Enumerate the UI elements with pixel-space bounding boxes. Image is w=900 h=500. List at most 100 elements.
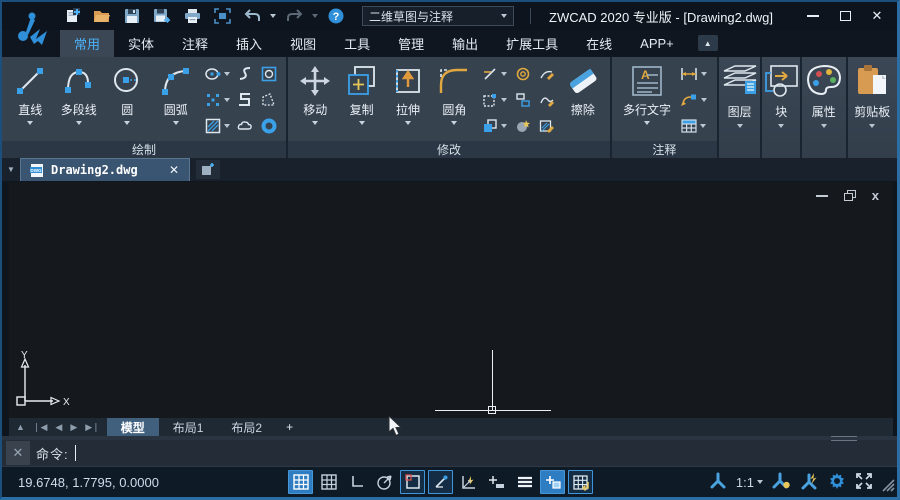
explode-button[interactable] xyxy=(512,113,534,139)
move-button[interactable]: 移动 xyxy=(292,59,338,141)
lineweight-toggle-icon[interactable] xyxy=(484,470,509,494)
panel-layers-button[interactable]: 图层 xyxy=(719,57,761,158)
document-tab-active[interactable]: DWG Drawing2.dwg ✕ xyxy=(20,158,190,181)
trim-button[interactable] xyxy=(480,61,510,87)
layout-list-icon[interactable]: ▲ xyxy=(13,422,28,432)
tab-express[interactable]: 扩展工具 xyxy=(492,30,572,57)
modify-panel-label[interactable]: 修改 xyxy=(288,141,610,158)
tab-tools[interactable]: 工具 xyxy=(330,30,384,57)
mtext-button[interactable]: A 多行文字 xyxy=(616,59,678,141)
arc-dropdown-icon[interactable] xyxy=(173,121,179,125)
layout-tab-model[interactable]: 模型 xyxy=(107,418,159,436)
dimension-button[interactable] xyxy=(678,67,708,81)
circle-button[interactable]: 圆 xyxy=(103,59,152,141)
donut-button[interactable] xyxy=(258,113,280,139)
copy-button[interactable]: 复制 xyxy=(338,59,384,141)
minimize-button[interactable] xyxy=(799,6,827,26)
polyline-button[interactable]: 多段线 xyxy=(55,59,104,141)
annotate-panel-label[interactable]: 注释 xyxy=(612,141,717,158)
tab-annotate[interactable]: 注释 xyxy=(168,30,222,57)
hatch-button[interactable] xyxy=(202,113,232,139)
array-dropdown-icon[interactable] xyxy=(501,124,507,128)
layout-tab-layout1[interactable]: 布局1 xyxy=(159,418,218,436)
help-icon[interactable]: ? xyxy=(324,5,348,27)
save-as-icon[interactable] xyxy=(150,5,174,27)
erase-button[interactable]: 擦除 xyxy=(560,59,606,141)
layout-prev-icon[interactable]: ◀ xyxy=(52,422,65,433)
layout-next-icon[interactable]: ▶ xyxy=(67,422,80,433)
tab-view[interactable]: 视图 xyxy=(276,30,330,57)
viewport-sync-toggle-icon[interactable] xyxy=(568,470,593,494)
leader-button[interactable] xyxy=(678,93,708,107)
save-icon[interactable] xyxy=(120,5,144,27)
point-button[interactable] xyxy=(202,87,232,113)
trim-dropdown-icon[interactable] xyxy=(501,72,507,76)
layout-tab-add-icon[interactable]: + xyxy=(276,418,303,436)
annotation-scale-icon[interactable] xyxy=(709,472,727,493)
polar-tracking-toggle-icon[interactable] xyxy=(372,470,397,494)
tab-app-plus[interactable]: APP+ xyxy=(626,30,688,57)
new-file-icon[interactable] xyxy=(60,5,84,27)
move-dropdown-icon[interactable] xyxy=(312,121,318,125)
close-button[interactable]: ✕ xyxy=(863,6,891,26)
maximize-button[interactable] xyxy=(831,6,859,26)
command-close-icon[interactable]: ✕ xyxy=(6,441,30,465)
tab-insert[interactable]: 插入 xyxy=(222,30,276,57)
polyline-3d-button[interactable] xyxy=(234,87,256,113)
workspace-selector[interactable]: 二维草图与注释 xyxy=(362,6,514,26)
new-document-tab-icon[interactable] xyxy=(196,160,220,179)
command-splitter-handle[interactable] xyxy=(831,436,857,441)
ellipse-button[interactable] xyxy=(202,61,232,87)
array-button[interactable] xyxy=(480,113,510,139)
mtext-dropdown-icon[interactable] xyxy=(644,121,650,125)
table-button[interactable] xyxy=(678,119,708,133)
panel-block-button[interactable]: 块 xyxy=(762,57,800,158)
object-snap-toggle-icon[interactable] xyxy=(400,470,425,494)
open-file-icon[interactable] xyxy=(90,5,114,27)
panel-properties-button[interactable]: 属性 xyxy=(802,57,846,158)
fullscreen-icon[interactable] xyxy=(855,472,873,493)
edit-polyline-button[interactable] xyxy=(536,61,558,87)
line-button[interactable]: 直线 xyxy=(6,59,55,141)
edit-spline-button[interactable] xyxy=(536,87,558,113)
stretch-dropdown-icon[interactable] xyxy=(405,121,411,125)
tab-manage[interactable]: 管理 xyxy=(384,30,438,57)
tab-online[interactable]: 在线 xyxy=(572,30,626,57)
layout-last-icon[interactable]: ▶❘ xyxy=(82,422,102,433)
drawing-canvas[interactable]: x Y X xyxy=(9,182,893,418)
doc-tab-flyout-icon[interactable]: ▼ xyxy=(2,158,20,181)
doc-restore-icon[interactable] xyxy=(844,190,856,201)
scale-dropdown-icon[interactable] xyxy=(501,98,507,102)
dimension-dropdown-icon[interactable] xyxy=(701,72,707,76)
dynamic-input-toggle-icon[interactable] xyxy=(540,470,565,494)
copy-dropdown-icon[interactable] xyxy=(359,121,365,125)
doc-minimize-icon[interactable] xyxy=(816,195,828,197)
ribbon-collapse-icon[interactable]: ▲ xyxy=(698,35,718,51)
wipeout-button[interactable] xyxy=(258,87,280,113)
revision-cloud-button[interactable] xyxy=(234,113,256,139)
circle-dropdown-icon[interactable] xyxy=(124,121,130,125)
polyline-dropdown-icon[interactable] xyxy=(76,121,82,125)
fillet-dropdown-icon[interactable] xyxy=(451,121,457,125)
layout-tab-layout2[interactable]: 布局2 xyxy=(217,418,276,436)
layout-first-icon[interactable]: ❘◀ xyxy=(30,422,50,433)
undo-icon[interactable] xyxy=(240,5,264,27)
stretch-button[interactable]: 拉伸 xyxy=(385,59,431,141)
resize-grip[interactable] xyxy=(879,476,895,495)
annotation-scale-value[interactable]: 1:1 xyxy=(736,475,763,490)
hatch-dropdown-icon[interactable] xyxy=(224,124,230,128)
object-snap-angle-toggle-icon[interactable] xyxy=(428,470,453,494)
line-dropdown-icon[interactable] xyxy=(27,121,33,125)
document-tab-close-icon[interactable]: ✕ xyxy=(167,163,181,177)
status-menu-icon[interactable] xyxy=(512,470,537,494)
grid-toggle-icon[interactable] xyxy=(288,470,313,494)
undo-dropdown-icon[interactable] xyxy=(270,14,276,18)
annotation-visibility-icon[interactable] xyxy=(772,472,791,493)
app-logo-icon[interactable] xyxy=(10,4,54,54)
settings-gear-icon[interactable] xyxy=(828,472,846,493)
doc-close-icon[interactable]: x xyxy=(872,191,879,201)
command-caret[interactable] xyxy=(75,445,76,461)
point-dropdown-icon[interactable] xyxy=(224,98,230,102)
redo-dropdown-icon[interactable] xyxy=(312,14,318,18)
print-icon[interactable] xyxy=(180,5,204,27)
